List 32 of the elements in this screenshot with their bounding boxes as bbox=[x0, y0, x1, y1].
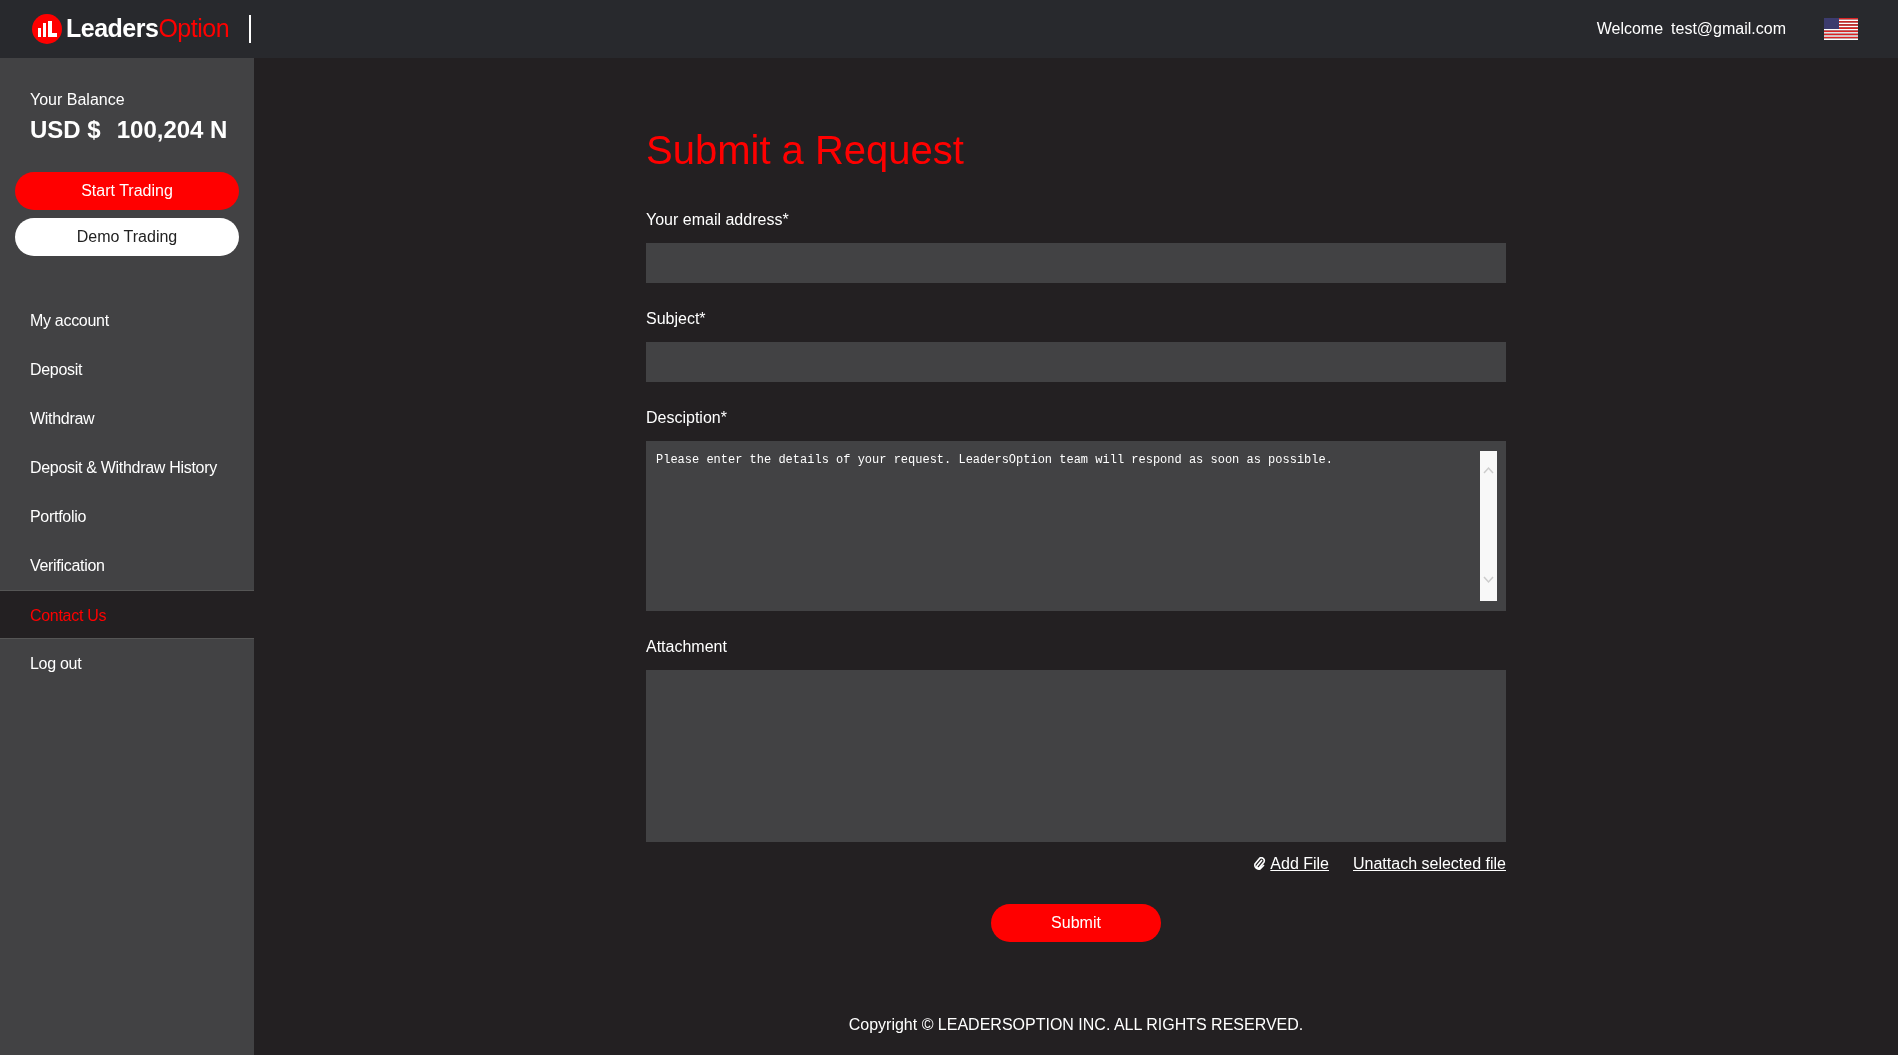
user-email: test@gmail.com bbox=[1671, 19, 1786, 39]
sidebar-item[interactable]: My account bbox=[0, 296, 254, 345]
page-title: Submit a Request bbox=[646, 127, 965, 174]
copyright-text: Copyright © LEADERSOPTION INC. ALL RIGHTS RESERVED. bbox=[848, 1015, 1304, 1035]
input-field[interactable] bbox=[646, 243, 1506, 283]
balance-label: Your Balance bbox=[29, 90, 126, 110]
sidebar-item[interactable]: Deposit bbox=[0, 345, 254, 394]
sidebar-item[interactable]: Contact Us bbox=[0, 590, 254, 639]
input-field[interactable] bbox=[646, 342, 1506, 382]
sidebar-item[interactable]: Portfolio bbox=[0, 492, 254, 541]
sidebar-item[interactable]: Withdraw bbox=[0, 394, 254, 443]
sidebar-item[interactable]: Deposit & Withdraw History bbox=[0, 443, 254, 492]
sidebar-item[interactable]: Log out bbox=[0, 639, 254, 688]
add-file-link[interactable]: Add File bbox=[1270, 852, 1329, 876]
logo-icon bbox=[32, 14, 62, 44]
field-label: Desciption* bbox=[646, 408, 728, 428]
description-field[interactable]: Please enter the details of your request. LeadersOption team will respond as soon as possible. bbox=[646, 441, 1506, 611]
submit-button[interactable]: Submit bbox=[991, 904, 1161, 942]
balance-currency: USD $ bbox=[30, 115, 101, 145]
sidebar-item[interactable]: Verification bbox=[0, 541, 254, 590]
welcome-text: Welcome bbox=[1596, 19, 1664, 39]
flag-icon[interactable] bbox=[1824, 18, 1858, 40]
unattach-file-link[interactable]: Unattach selected file bbox=[1353, 852, 1506, 876]
field-label: Your email address* bbox=[646, 210, 790, 230]
attachment-area[interactable] bbox=[646, 670, 1506, 842]
logo[interactable]: LeadersOption bbox=[32, 10, 230, 48]
balance-amount: 100,204 N bbox=[116, 115, 228, 145]
demo-trading-button[interactable]: Demo Trading bbox=[15, 218, 239, 256]
field-label: Attachment bbox=[646, 637, 728, 657]
paperclip-icon bbox=[1253, 857, 1267, 871]
start-trading-button[interactable]: Start Trading bbox=[15, 172, 239, 210]
field-label: Subject* bbox=[646, 309, 707, 329]
